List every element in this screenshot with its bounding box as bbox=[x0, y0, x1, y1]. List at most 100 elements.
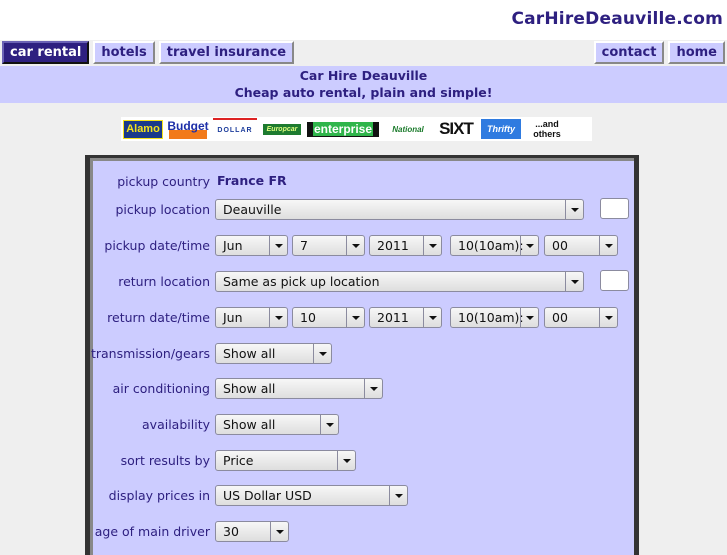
chevron-down-icon bbox=[313, 344, 331, 363]
return-minute-select[interactable]: 00 bbox=[544, 307, 618, 328]
banner: Car Hire Deauville Cheap auto rental, pl… bbox=[0, 66, 727, 103]
chevron-down-icon bbox=[599, 308, 617, 327]
chevron-down-icon bbox=[520, 308, 538, 327]
return-location-value: Same as pick up location bbox=[223, 274, 380, 289]
pickup-minute-value: 00 bbox=[552, 238, 568, 253]
nav-travel-insurance[interactable]: travel insurance bbox=[158, 41, 295, 64]
return-year-select[interactable]: 2011 bbox=[369, 307, 442, 328]
driver-age-select[interactable]: 30 bbox=[215, 521, 289, 542]
return-day-value: 10 bbox=[300, 310, 316, 325]
pickup-day-select[interactable]: 7 bbox=[292, 235, 365, 256]
chevron-down-icon bbox=[320, 415, 338, 434]
main-nav: car rental hotels travel insurance bbox=[2, 41, 295, 64]
return-month-value: Jun bbox=[223, 310, 243, 325]
pickup-datetime-row: pickup date/time Jun 7 2011 10(10am): 00 bbox=[90, 235, 634, 257]
currency-label: display prices in bbox=[108, 488, 210, 503]
site-title[interactable]: CarHireDeauville.com bbox=[511, 9, 723, 29]
europcar-logo: Europcar bbox=[263, 123, 301, 135]
chevron-down-icon bbox=[565, 272, 583, 291]
pickup-year-select[interactable]: 2011 bbox=[369, 235, 442, 256]
transmission-label: transmission/gears bbox=[90, 346, 210, 361]
enterprise-logo: enterprise bbox=[307, 121, 379, 137]
return-location-row: return location Same as pick up location bbox=[90, 270, 634, 293]
pickup-day-value: 7 bbox=[300, 238, 308, 253]
banner-tagline: Cheap auto rental, plain and simple! bbox=[234, 85, 493, 100]
nav-car-rental[interactable]: car rental bbox=[2, 41, 90, 64]
return-hour-value: 10(10am): bbox=[458, 310, 524, 325]
others-label: ...and others bbox=[533, 119, 561, 139]
pickup-month-select[interactable]: Jun bbox=[215, 235, 288, 256]
currency-select[interactable]: US Dollar USD bbox=[215, 485, 408, 506]
return-minute-value: 00 bbox=[552, 310, 568, 325]
transmission-row: transmission/gears Show all bbox=[90, 343, 634, 365]
pickup-country-label: pickup country bbox=[117, 174, 210, 189]
pickup-location-select[interactable]: Deauville bbox=[215, 199, 584, 220]
pickup-location-value: Deauville bbox=[223, 202, 282, 217]
return-hour-select[interactable]: 10(10am): bbox=[450, 307, 539, 328]
pickup-hour-value: 10(10am): bbox=[458, 238, 524, 253]
sort-by-select[interactable]: Price bbox=[215, 450, 356, 471]
chevron-down-icon bbox=[599, 236, 617, 255]
sixt-logo: SIXT bbox=[439, 119, 474, 138]
chevron-down-icon bbox=[337, 451, 355, 470]
chevron-down-icon bbox=[423, 308, 441, 327]
chevron-down-icon bbox=[270, 522, 288, 541]
national-logo: National bbox=[392, 124, 424, 134]
nav-contact[interactable]: contact bbox=[593, 41, 665, 64]
pickup-minute-select[interactable]: 00 bbox=[544, 235, 618, 256]
chevron-down-icon bbox=[269, 236, 287, 255]
pickup-location-row: pickup location Deauville bbox=[90, 198, 634, 221]
air-conditioning-label: air conditioning bbox=[112, 381, 210, 396]
chevron-down-icon bbox=[346, 236, 364, 255]
pickup-location-code-input[interactable] bbox=[600, 198, 629, 219]
driver-age-label: age of main driver bbox=[94, 524, 210, 539]
pickup-month-value: Jun bbox=[223, 238, 243, 253]
chevron-down-icon bbox=[269, 308, 287, 327]
enterprise-logo-text: enterprise bbox=[312, 122, 374, 136]
header: CarHireDeauville.com bbox=[0, 0, 727, 40]
pickup-location-label: pickup location bbox=[115, 202, 210, 217]
driver-age-value: 30 bbox=[223, 524, 239, 539]
alamo-logo: Alamo bbox=[123, 119, 163, 139]
air-conditioning-row: air conditioning Show all bbox=[90, 378, 634, 400]
return-month-select[interactable]: Jun bbox=[215, 307, 288, 328]
chevron-down-icon bbox=[520, 236, 538, 255]
sort-by-row: sort results by Price bbox=[90, 450, 634, 472]
pickup-country-row: pickup country France FR bbox=[90, 171, 634, 193]
nav-hotels[interactable]: hotels bbox=[93, 41, 155, 64]
return-datetime-label: return date/time bbox=[107, 310, 210, 325]
chevron-down-icon bbox=[423, 236, 441, 255]
transmission-select[interactable]: Show all bbox=[215, 343, 332, 364]
pickup-country-value: France FR bbox=[217, 173, 287, 188]
currency-row: display prices in US Dollar USD bbox=[90, 485, 634, 507]
pickup-hour-select[interactable]: 10(10am): bbox=[450, 235, 539, 256]
return-year-value: 2011 bbox=[377, 310, 409, 325]
availability-label: availability bbox=[142, 417, 210, 432]
chevron-down-icon bbox=[389, 486, 407, 505]
thrifty-logo: Thrifty bbox=[481, 119, 521, 139]
return-location-label: return location bbox=[118, 274, 210, 289]
supplier-logos: Alamo Budget DOLLAR Europcar enterprise … bbox=[121, 117, 592, 141]
chevron-down-icon bbox=[364, 379, 382, 398]
availability-row: availability Show all bbox=[90, 414, 634, 436]
dollar-logo: DOLLAR bbox=[213, 118, 257, 140]
search-form: pickup country France FR pickup location… bbox=[85, 155, 639, 555]
chevron-down-icon bbox=[346, 308, 364, 327]
return-datetime-row: return date/time Jun 10 2011 10(10am): 0… bbox=[90, 307, 634, 329]
availability-select[interactable]: Show all bbox=[215, 414, 339, 435]
sort-by-label: sort results by bbox=[120, 453, 210, 468]
sort-by-value: Price bbox=[223, 453, 254, 468]
budget-logo: Budget bbox=[167, 119, 209, 139]
secondary-nav: contact home bbox=[593, 41, 725, 64]
driver-age-row: age of main driver 30 bbox=[90, 521, 634, 543]
pickup-datetime-label: pickup date/time bbox=[104, 238, 210, 253]
return-location-code-input[interactable] bbox=[600, 270, 629, 291]
air-conditioning-select[interactable]: Show all bbox=[215, 378, 383, 399]
return-location-select[interactable]: Same as pick up location bbox=[215, 271, 584, 292]
banner-title: Car Hire Deauville bbox=[299, 68, 428, 83]
transmission-value: Show all bbox=[223, 346, 276, 361]
pickup-year-value: 2011 bbox=[377, 238, 409, 253]
nav-home[interactable]: home bbox=[668, 41, 725, 64]
return-day-select[interactable]: 10 bbox=[292, 307, 365, 328]
air-conditioning-value: Show all bbox=[223, 381, 276, 396]
